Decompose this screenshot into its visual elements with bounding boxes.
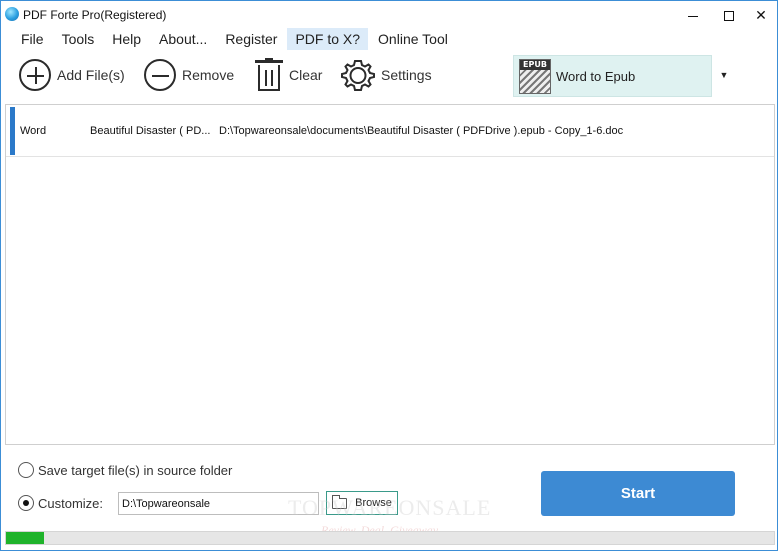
add-files-button[interactable]: Add File(s) <box>19 57 125 93</box>
source-folder-option[interactable]: Save target file(s) in source folder <box>18 462 232 478</box>
settings-label: Settings <box>381 67 432 83</box>
menu-online-tool[interactable]: Online Tool <box>370 28 456 50</box>
customize-label: Customize: <box>38 495 104 511</box>
conversion-format-label: Word to Epub <box>556 69 636 84</box>
watermark-text: TOPWAREONSALE <box>288 495 492 520</box>
file-list[interactable]: Word Beautiful Disaster ( PD... D:\Topwa… <box>5 104 775 445</box>
title-bar: PDF Forte Pro(Registered) ✕ <box>1 1 777 29</box>
remove-button[interactable]: Remove <box>144 57 234 93</box>
start-button[interactable]: Start <box>541 471 735 516</box>
file-name: Beautiful Disaster ( PD... <box>90 125 211 137</box>
menu-tools[interactable]: Tools <box>54 28 103 50</box>
menu-register[interactable]: Register <box>217 28 285 50</box>
menu-about[interactable]: About... <box>151 28 215 50</box>
settings-button[interactable]: Settings <box>341 57 432 93</box>
menu-help[interactable]: Help <box>104 28 149 50</box>
remove-icon <box>144 59 176 91</box>
menu-bar: File Tools Help About... Register PDF to… <box>13 28 458 50</box>
source-folder-label: Save target file(s) in source folder <box>38 462 233 478</box>
file-type: Word <box>20 125 47 137</box>
window-title: PDF Forte Pro(Registered) <box>23 8 167 22</box>
maximize-button[interactable] <box>711 1 747 29</box>
conversion-format-selector[interactable]: EPUB Word to Epub <box>513 55 712 97</box>
menu-pdf-to-x[interactable]: PDF to X? <box>287 28 369 50</box>
customize-radio[interactable] <box>18 495 34 511</box>
remove-label: Remove <box>182 67 235 83</box>
progress-fill <box>6 532 45 544</box>
progress-bar <box>5 531 775 545</box>
app-logo-icon <box>5 7 19 21</box>
format-dropdown-arrow-icon[interactable]: ▼ <box>713 55 735 97</box>
close-button[interactable]: ✕ <box>743 1 778 29</box>
trash-icon <box>255 58 283 92</box>
epub-icon-tag: EPUB <box>520 60 550 70</box>
selection-indicator <box>10 107 15 155</box>
source-folder-radio[interactable] <box>18 462 34 478</box>
clear-label: Clear <box>289 67 323 83</box>
clear-button[interactable]: Clear <box>255 57 322 93</box>
file-row[interactable]: Word Beautiful Disaster ( PD... D:\Topwa… <box>6 105 774 157</box>
add-icon <box>19 59 51 91</box>
customize-option[interactable]: Customize: <box>18 495 103 511</box>
epub-icon: EPUB <box>519 59 551 94</box>
gear-icon <box>341 60 375 91</box>
file-path: D:\Topwareonsale\documents\Beautiful Dis… <box>219 125 624 137</box>
app-window: PDF Forte Pro(Registered) ✕ File Tools H… <box>0 0 778 551</box>
minimize-icon <box>688 15 698 17</box>
add-files-label: Add File(s) <box>57 67 125 83</box>
maximize-icon <box>724 11 734 22</box>
minimize-button[interactable] <box>675 1 711 29</box>
menu-file[interactable]: File <box>13 28 52 50</box>
